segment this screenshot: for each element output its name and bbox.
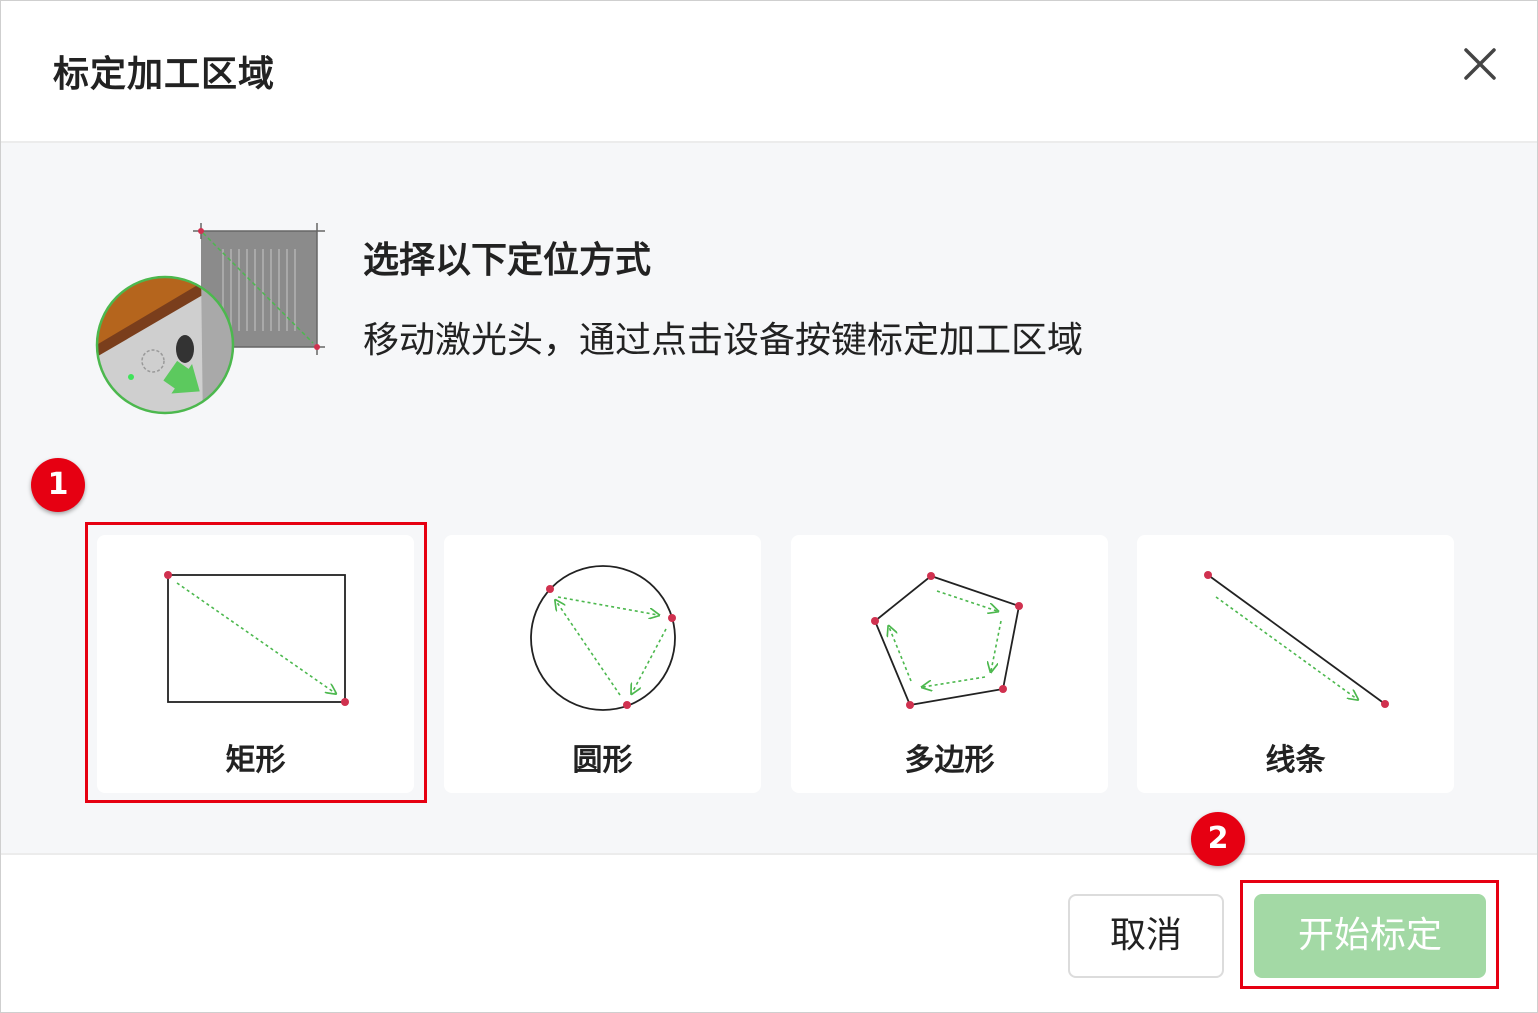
calibration-dialog: 标定加工区域 选择以下定位方式 移动激光头，通过点击设备按键标定加工区域 1 矩… [0, 0, 1538, 1013]
close-button[interactable] [1457, 41, 1503, 87]
close-icon [1464, 48, 1496, 80]
line-shape-icon [1204, 571, 1389, 708]
option-card-rectangle[interactable]: 矩形 [97, 535, 414, 793]
annotation-badge-2: 2 [1191, 812, 1245, 866]
circle-shape-icon [530, 565, 676, 711]
annotation-badge-1: 1 [31, 458, 85, 512]
option-label: 多边形 [904, 743, 995, 778]
start-calibration-button[interactable]: 开始标定 [1254, 894, 1486, 978]
section-description: 移动激光头，通过点击设备按键标定加工区域 [363, 320, 1084, 361]
rectangle-shape-icon [164, 571, 349, 706]
option-label: 矩形 [225, 743, 286, 778]
dialog-header: 标定加工区域 [1, 1, 1537, 143]
laser-device-button-illustration [93, 219, 333, 419]
cancel-button[interactable]: 取消 [1068, 894, 1224, 978]
option-label: 线条 [1265, 743, 1326, 778]
dialog-title: 标定加工区域 [53, 54, 276, 95]
polygon-shape-icon [871, 572, 1023, 709]
option-card-circle[interactable]: 圆形 [444, 535, 761, 793]
option-card-polygon[interactable]: 多边形 [791, 535, 1108, 793]
option-label: 圆形 [572, 743, 633, 778]
option-card-line[interactable]: 线条 [1137, 535, 1454, 793]
section-heading: 选择以下定位方式 [363, 240, 652, 281]
